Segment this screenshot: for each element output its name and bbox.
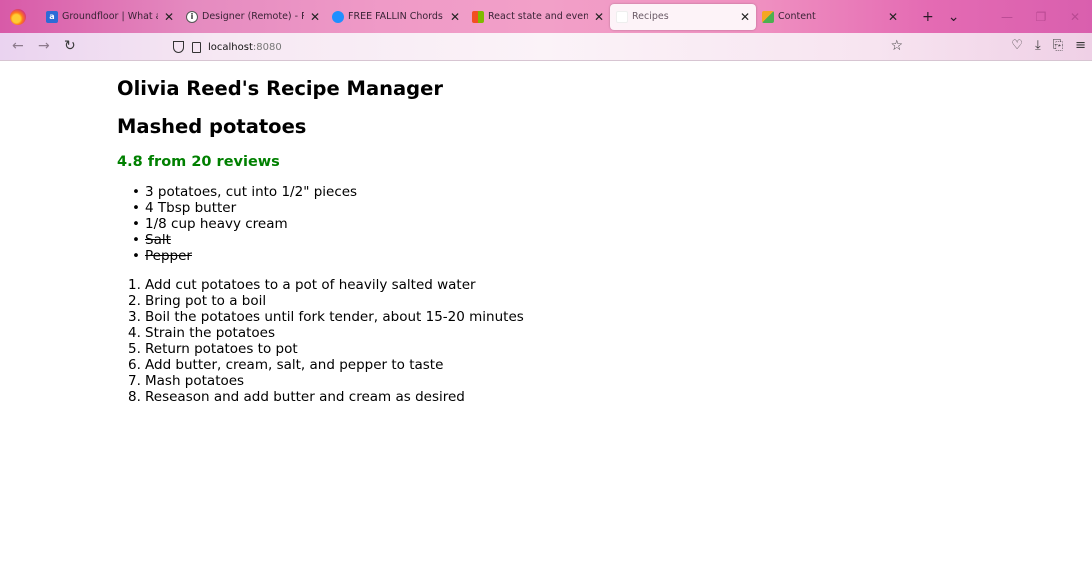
ingredient-item[interactable]: 4 Tbsp butter	[129, 200, 1017, 216]
recipe-name: Mashed potatoes	[117, 115, 307, 138]
new-tab-icon[interactable]: +	[922, 9, 934, 25]
instruction-step: 4. Strain the potatoes	[128, 325, 1017, 341]
extensions-icon[interactable]: ⎘	[1053, 38, 1063, 53]
ingredient-list: 3 potatoes, cut into 1/2" pieces 4 Tbsp …	[129, 184, 1017, 264]
ingredient-item[interactable]: 1/8 cup heavy cream	[129, 216, 1017, 232]
step-number: 2.	[128, 293, 141, 309]
instruction-step: 6. Add butter, cream, salt, and pepper to…	[128, 357, 1017, 373]
step-text: Boil the potatoes until fork tender, abo…	[145, 309, 524, 325]
restore-icon[interactable]: ❐	[1024, 10, 1058, 24]
url-host: localhost	[208, 41, 253, 53]
bookmark-star-icon[interactable]: ☆	[890, 38, 903, 54]
content-favicon-icon	[762, 10, 774, 23]
forward-icon[interactable]: →	[38, 38, 50, 54]
step-number: 1.	[128, 277, 141, 293]
step-number: 8.	[128, 389, 141, 405]
step-text: Add cut potatoes to a pot of heavily sal…	[145, 277, 476, 293]
step-text: Add butter, cream, salt, and pepper to t…	[145, 357, 444, 373]
step-number: 6.	[128, 357, 141, 373]
tracking-protection-icon[interactable]	[173, 41, 184, 53]
page-info-icon[interactable]	[192, 41, 201, 53]
instruction-step: 1. Add cut potatoes to a pot of heavily s…	[128, 277, 1017, 293]
instruction-step: 2. Bring pot to a boil	[128, 293, 1017, 309]
tab-recipes[interactable]: Recipes ✕	[610, 3, 756, 30]
downloads-icon[interactable]: ⤓	[1035, 38, 1041, 53]
close-tab-icon[interactable]: ✕	[310, 10, 320, 24]
tab-react-state[interactable]: React state and events - Tra ✕	[466, 4, 610, 30]
close-tab-icon[interactable]: ✕	[450, 10, 460, 24]
step-number: 4.	[128, 325, 141, 341]
minimize-icon[interactable]: —	[990, 10, 1024, 24]
step-text: Return potatoes to pot	[145, 341, 298, 357]
instruction-step: 8. Reseason and add butter and cream as d…	[128, 389, 1017, 405]
reload-icon[interactable]: ↻	[64, 38, 76, 54]
tab-title: React state and events - Tra	[488, 11, 588, 22]
tab-designer-remote[interactable]: i Designer (Remote) - Raleig ✕	[180, 4, 326, 30]
ingredient-item[interactable]: Pepper	[129, 248, 1017, 264]
url-port: :8080	[252, 41, 282, 53]
instruction-step: 3. Boil the potatoes until fork tender, a…	[128, 309, 1017, 325]
tab-content[interactable]: Content ✕	[756, 4, 904, 30]
ingredient-item[interactable]: Salt	[129, 232, 1017, 248]
tab-title: Groundfloor | What are you	[62, 11, 158, 22]
instruction-step: 5. Return potatoes to pot	[128, 341, 1017, 357]
close-tab-icon[interactable]: ✕	[594, 10, 604, 24]
step-number: 5.	[128, 341, 141, 357]
step-text: Mash potatoes	[145, 373, 245, 389]
url-bar[interactable]: localhost:8080 ☆	[165, 36, 905, 58]
info-favicon-icon: i	[186, 10, 198, 23]
firefox-menu-icon[interactable]	[10, 8, 26, 25]
step-number: 7.	[128, 373, 141, 389]
close-window-icon[interactable]: ✕	[1058, 10, 1092, 24]
blank-favicon-icon	[616, 10, 628, 23]
instruction-step: 7. Mash potatoes	[128, 373, 1017, 389]
step-text: Bring pot to a boil	[145, 293, 267, 309]
tab-groundfloor[interactable]: a Groundfloor | What are you ✕	[40, 4, 180, 30]
app-title: Olivia Reed's Recipe Manager	[117, 77, 443, 100]
close-tab-icon[interactable]: ✕	[164, 10, 174, 24]
tab-title: Content	[778, 11, 816, 22]
step-number: 3.	[128, 309, 141, 325]
tab-title: Designer (Remote) - Raleig	[202, 11, 304, 22]
close-tab-icon[interactable]: ✕	[740, 10, 750, 24]
list-all-tabs-icon[interactable]: ⌄	[948, 9, 960, 25]
navigation-toolbar: ← → ↻ localhost:8080 ☆ ♡ ⤓ ⎘ ≡	[0, 33, 1092, 61]
toolbar-actions: ♡ ⤓ ⎘ ≡	[1011, 38, 1086, 53]
tab-bar: a Groundfloor | What are you ✕ i Designe…	[0, 0, 1092, 33]
step-text: Reseason and add butter and cream as des…	[145, 389, 465, 405]
groundfloor-favicon-icon: a	[46, 10, 58, 23]
chords-favicon-icon	[332, 10, 344, 23]
close-tab-icon[interactable]: ✕	[888, 10, 898, 24]
tab-title: Recipes	[632, 11, 669, 22]
menu-icon[interactable]: ≡	[1075, 38, 1086, 53]
instruction-list: 1. Add cut potatoes to a pot of heavily s…	[128, 277, 1017, 405]
tab-free-fallin[interactable]: FREE FALLIN Chords - Tom ✕	[326, 4, 466, 30]
ingredient-item[interactable]: 3 potatoes, cut into 1/2" pieces	[129, 184, 1017, 200]
step-text: Strain the potatoes	[145, 325, 276, 341]
back-icon[interactable]: ←	[12, 38, 24, 54]
tab-title: FREE FALLIN Chords - Tom	[348, 11, 444, 22]
page-content: Olivia Reed's Recipe Manager Mashed pota…	[117, 76, 1017, 405]
recipe-rating: 4.8 from 20 reviews	[117, 154, 280, 170]
window-controls: — ❐ ✕	[990, 0, 1092, 33]
microsoft-favicon-icon	[472, 10, 484, 23]
tab-controls: + ⌄	[922, 9, 959, 25]
pocket-icon[interactable]: ♡	[1011, 38, 1023, 53]
